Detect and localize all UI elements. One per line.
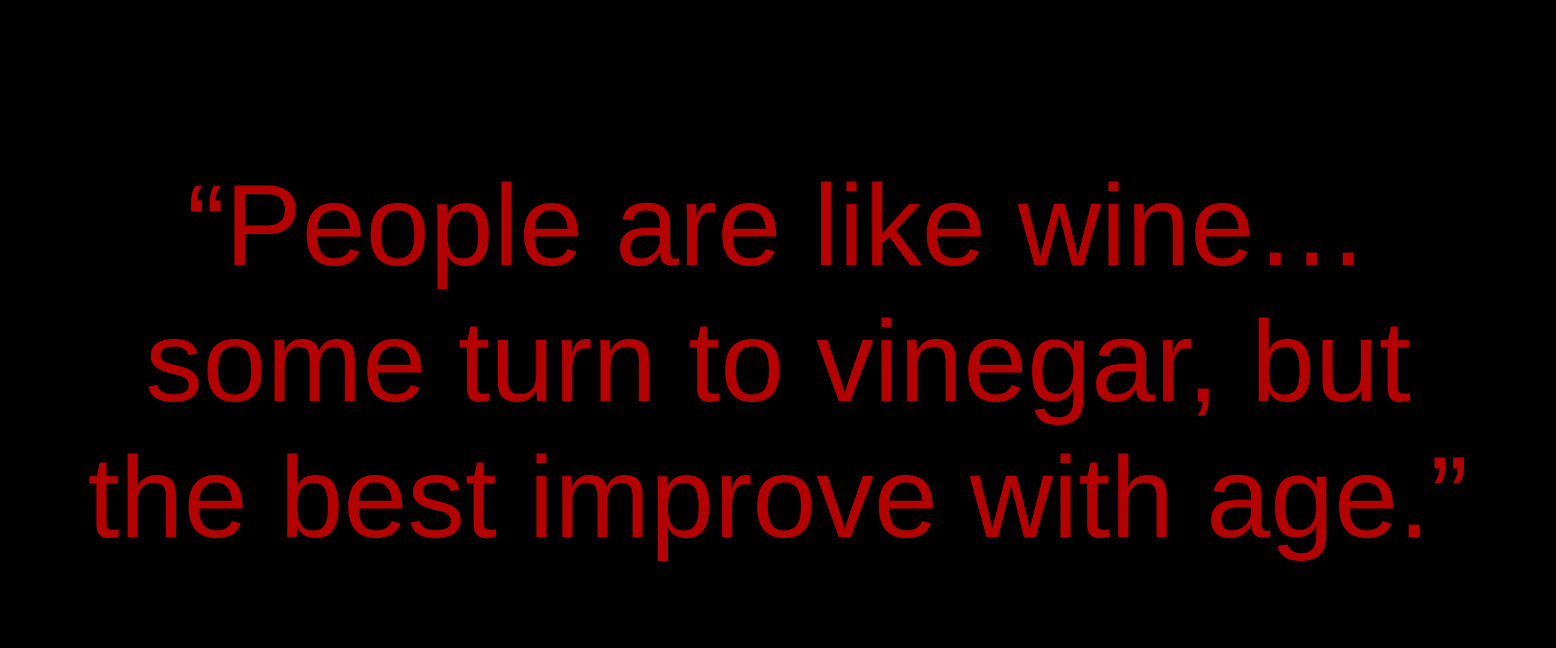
quote-line-3: the best improve with age.” [87, 434, 1469, 562]
quote-slide: “People are like wine… some turn to vine… [0, 0, 1556, 648]
quote-line-1: “People are like wine… [186, 162, 1370, 290]
quote-text: “People are like wine… some turn to vine… [0, 158, 1556, 566]
quote-line-2: some turn to vinegar, but [145, 298, 1411, 426]
